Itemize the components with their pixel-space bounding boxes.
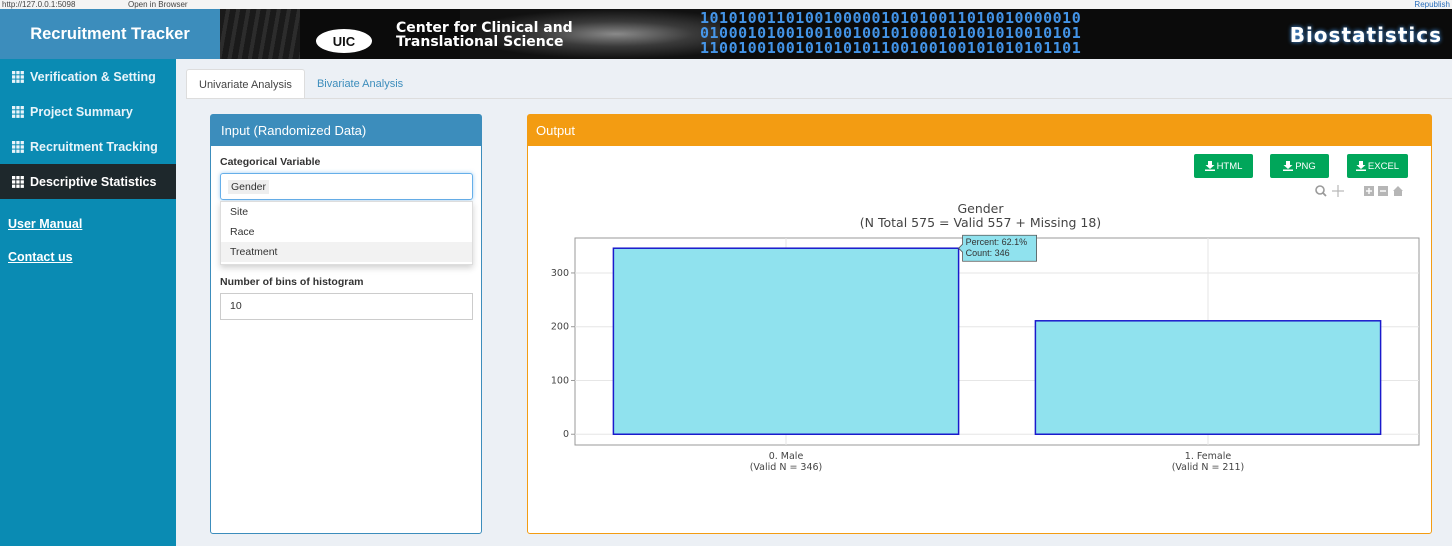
bins-input[interactable]: 10 [220, 293, 473, 320]
selected-chip[interactable]: Gender [228, 180, 270, 194]
table-icon [12, 70, 24, 83]
sidebar: Verification & Setting Project Summary R… [0, 59, 176, 546]
banner-image: 1010100110100100000101010011010010000010… [220, 9, 1452, 59]
analysis-tabs: Univariate Analysis Bivariate Analysis [186, 69, 415, 99]
sidebar-item-label: Project Summary [30, 104, 133, 119]
y-tick-label: 100 [551, 375, 569, 386]
tooltip-count: Count: 346 [966, 248, 1010, 258]
categorical-variable-select[interactable]: Gender [220, 173, 473, 200]
bins-label: Number of bins of histogram [220, 276, 364, 288]
categorical-variable-dropdown: Site Race Treatment [220, 201, 473, 265]
tooltip-percent: Percent: 62.1% [966, 237, 1028, 247]
x-tick-label: 1. Female [1185, 451, 1232, 462]
bar[interactable] [1034, 320, 1382, 435]
cctstitle: Center for Clinical and Translational Sc… [396, 20, 573, 50]
x-tick-sublabel: (Valid N = 211) [1172, 462, 1245, 473]
banner-stripes [220, 9, 300, 59]
open-in-browser-button[interactable]: Open in Browser [128, 0, 188, 9]
biostatistics-logo: Biostatistics [1289, 23, 1442, 47]
dropdown-option-site[interactable]: Site [221, 202, 472, 222]
categorical-variable-label: Categorical Variable [220, 156, 321, 168]
x-tick-sublabel: (Valid N = 346) [750, 462, 823, 473]
table-icon [12, 140, 24, 153]
bar-chart: 0 100 200 300 0. Male(Valid N = 346) 1. Femal… [551, 234, 1420, 473]
sidebar-item-label: Recruitment Tracking [30, 139, 158, 154]
republish-button[interactable]: Republish [1414, 0, 1450, 9]
contact-us-link[interactable]: Contact us [0, 241, 176, 274]
hover-tooltip: Percent: 62.1%Count: 346 [958, 234, 1037, 262]
tab-divider [186, 98, 1452, 99]
bar[interactable] [612, 247, 960, 435]
input-panel: Input (Randomized Data) Categorical Vari… [210, 114, 482, 534]
sidebar-item-label: Descriptive Statistics [30, 174, 157, 189]
app-header: Recruitment Tracker 10101001101001000001… [0, 9, 1452, 59]
browser-toolbar: http://127.0.0.1:5098 Open in Browser Re… [0, 0, 1452, 9]
browser-url: http://127.0.0.1:5098 [2, 0, 76, 9]
table-icon [12, 105, 24, 118]
app-title[interactable]: Recruitment Tracker [0, 9, 220, 59]
dropdown-option-race[interactable]: Race [221, 222, 472, 242]
sidebar-item-verification[interactable]: Verification & Setting [0, 59, 176, 94]
sidebar-item-label: Verification & Setting [30, 69, 156, 84]
input-panel-title: Input (Randomized Data) [211, 115, 481, 146]
sidebar-item-descriptive-statistics[interactable]: Descriptive Statistics [0, 164, 176, 199]
dropdown-option-treatment[interactable]: Treatment [221, 242, 472, 262]
output-panel: Output HTML PNG EXCEL Gender (N Total 57… [527, 114, 1432, 534]
y-tick-label: 200 [551, 322, 569, 333]
sidebar-item-recruitment-tracking[interactable]: Recruitment Tracking [0, 129, 176, 164]
sidebar-item-project-summary[interactable]: Project Summary [0, 94, 176, 129]
tab-bivariate-analysis[interactable]: Bivariate Analysis [305, 69, 415, 99]
y-tick-label: 300 [551, 268, 569, 279]
y-tick-label: 0 [563, 429, 569, 440]
user-manual-link[interactable]: User Manual [0, 208, 176, 241]
tab-univariate-analysis[interactable]: Univariate Analysis [186, 69, 305, 99]
x-tick-label: 0. Male [769, 451, 804, 462]
table-icon [12, 175, 24, 188]
uic-logo: UIC [316, 29, 372, 53]
